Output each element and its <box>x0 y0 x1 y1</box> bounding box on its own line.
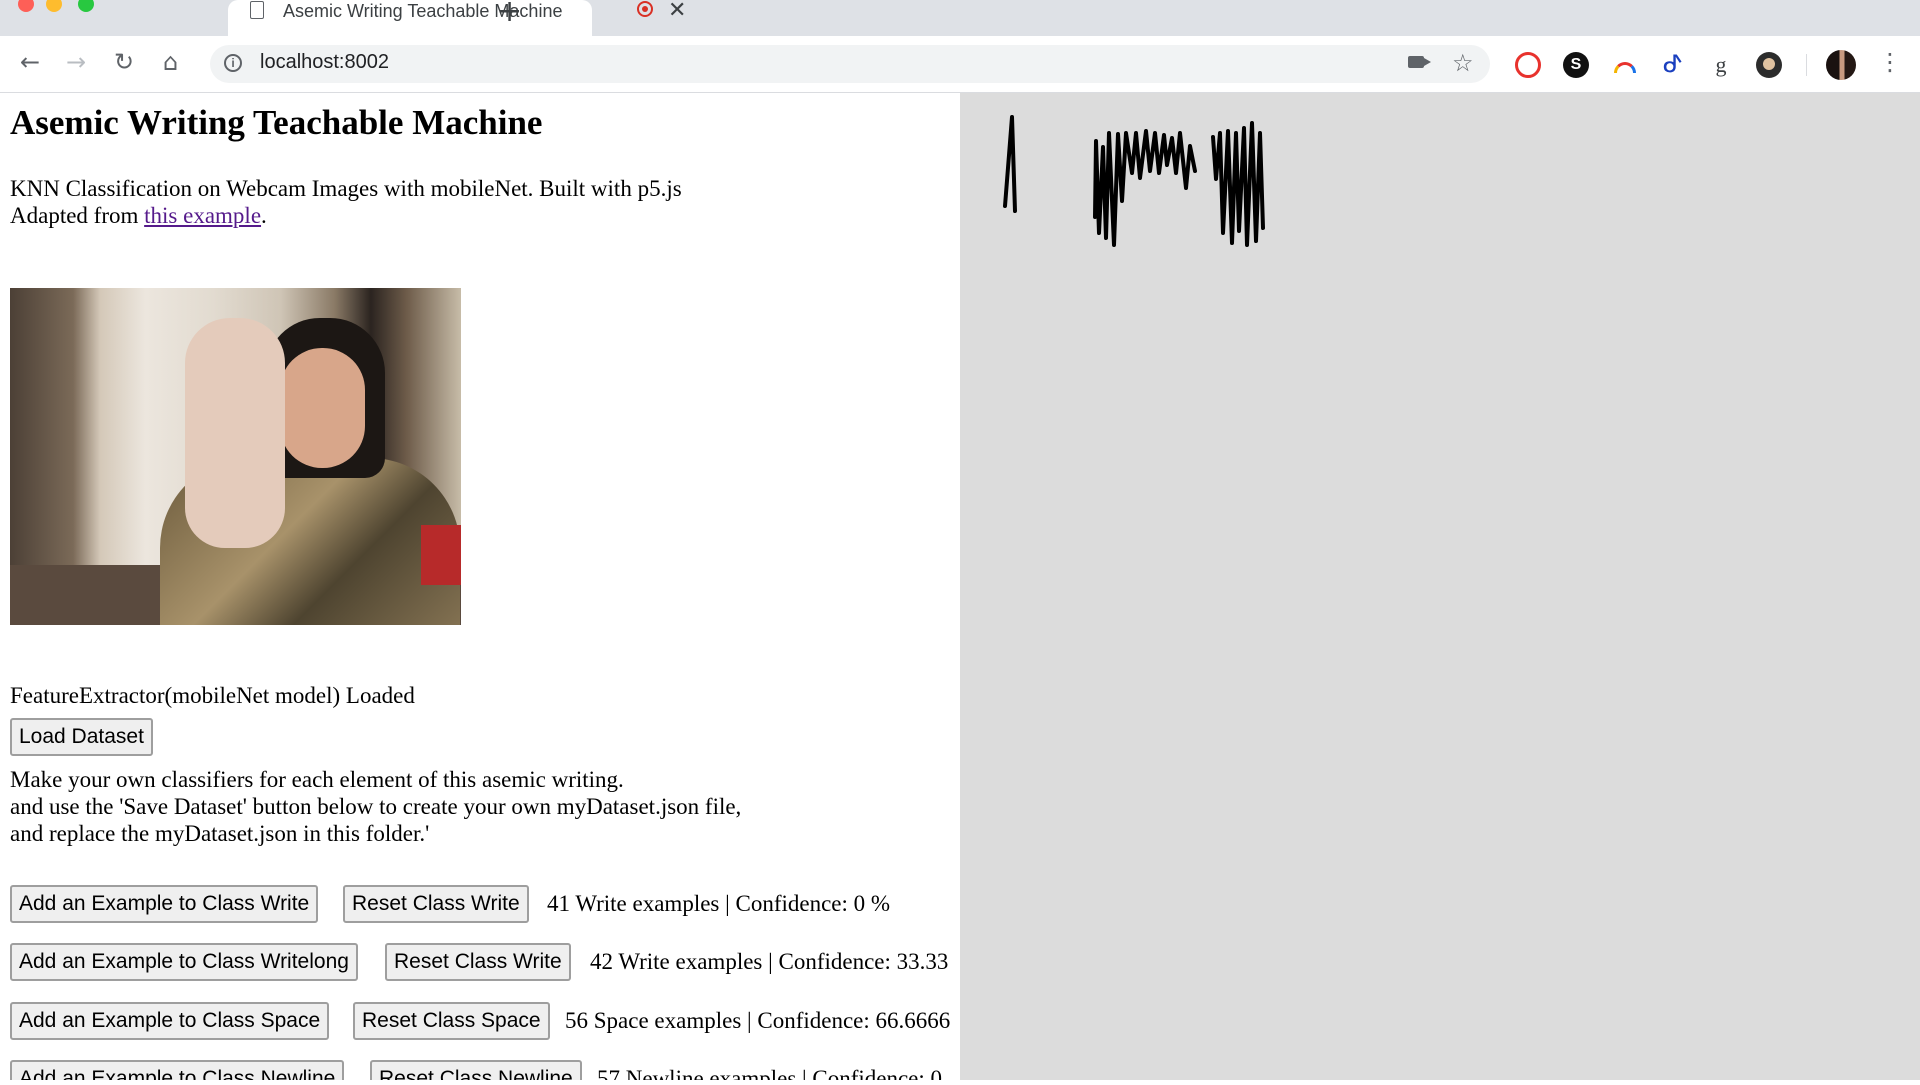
example-link[interactable]: this example <box>144 203 261 228</box>
extension-g-icon[interactable]: g <box>1708 52 1734 78</box>
webcam-video <box>10 288 461 625</box>
add-example-writelong-button[interactable]: Add an Example to Class Writelong <box>10 943 358 981</box>
instructions-line-1: Make your own classifiers for each eleme… <box>10 767 624 792</box>
reset-class-space-button[interactable]: Reset Class Space <box>353 1002 550 1040</box>
reload-icon[interactable]: ↻ <box>114 48 134 76</box>
extension-s-icon[interactable]: S <box>1563 52 1589 78</box>
toolbar-divider <box>1806 54 1807 76</box>
drawing-canvas <box>960 93 1920 1080</box>
description: KNN Classification on Webcam Images with… <box>10 175 682 229</box>
reset-class-newline-button[interactable]: Reset Class Newline <box>370 1060 582 1080</box>
close-window-icon[interactable] <box>18 0 34 12</box>
glyph-stroke-1 <box>1003 115 1017 213</box>
space-result: 56 Space examples | Confidence: 66.6666 <box>565 1008 951 1033</box>
instructions-line-3: and replace the myDataset.json in this f… <box>10 821 430 846</box>
browser-toolbar: ← → ↻ ⌂ i localhost:8002 ☆ S ᕷ g ⋮ <box>0 36 1920 93</box>
page-title: Asemic Writing Teachable Machine <box>10 103 543 142</box>
record-icon <box>637 1 653 17</box>
newline-result: 57 Newline examples | Confidence: 0 <box>597 1066 943 1080</box>
info-icon[interactable]: i <box>224 54 242 72</box>
add-example-space-button[interactable]: Add an Example to Class Space <box>10 1002 330 1040</box>
address-bar[interactable]: i localhost:8002 ☆ <box>210 45 1490 83</box>
maximize-window-icon[interactable] <box>78 0 94 12</box>
url-text[interactable]: localhost:8002 <box>260 51 389 74</box>
page-content: Asemic Writing Teachable Machine KNN Cla… <box>0 93 960 1080</box>
adapted-from-text: Adapted from <box>10 203 145 228</box>
tab-body[interactable]: Asemic Writing Teachable Machine ✕ <box>228 0 686 36</box>
asemic-writing <box>1003 115 1265 247</box>
tab-bar: Asemic Writing Teachable Machine ✕ + <box>0 0 1920 36</box>
reset-class-writelong-button[interactable]: Reset Class Write <box>385 943 571 981</box>
add-example-newline-button[interactable]: Add an Example to Class Newline <box>10 1060 345 1080</box>
home-icon[interactable]: ⌂ <box>163 48 178 76</box>
add-example-write-button[interactable]: Add an Example to Class Write <box>10 885 319 923</box>
model-status: FeatureExtractor(mobileNet model) Loaded <box>10 683 415 708</box>
instructions: Make your own classifiers for each eleme… <box>10 766 741 847</box>
doc-icon <box>250 1 264 19</box>
period-text: . <box>261 203 267 228</box>
star-icon[interactable]: ☆ <box>1452 49 1474 77</box>
writelong-result: 42 Write examples | Confidence: 33.33 <box>590 949 949 974</box>
write-result: 41 Write examples | Confidence: 0 % <box>547 891 891 916</box>
glyph-stroke-2 <box>1093 129 1197 247</box>
menu-icon[interactable]: ⋮ <box>1878 48 1902 76</box>
browser-tab[interactable]: Asemic Writing Teachable Machine ✕ <box>114 0 686 36</box>
close-icon[interactable]: ✕ <box>668 0 686 23</box>
plus-icon[interactable]: + <box>497 0 522 29</box>
extension-rainbow-icon[interactable] <box>1612 52 1638 78</box>
instructions-line-2: and use the 'Save Dataset' button below … <box>10 794 742 819</box>
extension-opera-icon[interactable] <box>1515 52 1541 78</box>
description-line-2: Adapted from this example. <box>10 202 682 229</box>
tab-title: Asemic Writing Teachable Machine <box>283 1 563 21</box>
camera-icon[interactable] <box>1408 56 1431 68</box>
extension-feather-icon[interactable]: ᕷ <box>1660 52 1686 78</box>
minimize-window-icon[interactable] <box>46 0 62 12</box>
extension-agent-icon[interactable] <box>1756 52 1782 78</box>
load-dataset-button[interactable]: Load Dataset <box>10 718 153 756</box>
reset-class-write-button[interactable]: Reset Class Write <box>343 885 529 923</box>
avatar[interactable] <box>1826 50 1856 80</box>
forward-icon[interactable]: → <box>66 48 86 76</box>
glyph-stroke-3 <box>1211 121 1265 247</box>
description-line-1: KNN Classification on Webcam Images with… <box>10 176 682 201</box>
back-icon[interactable]: ← <box>20 48 40 76</box>
